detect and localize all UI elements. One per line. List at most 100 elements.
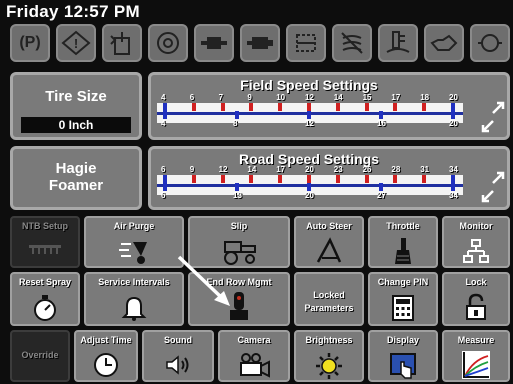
- speed-tick-bottom: 8: [233, 119, 238, 128]
- speed-marker[interactable]: [249, 175, 254, 183]
- tire-size-label: Tire Size: [45, 88, 107, 105]
- speed-marker[interactable]: [379, 111, 383, 119]
- wheel-icon: [148, 24, 188, 62]
- service-intervals-button[interactable]: Service Intervals: [84, 272, 184, 326]
- override-button[interactable]: Override: [10, 330, 70, 382]
- clock-icon: [93, 352, 119, 380]
- speed-tick-top: 12: [218, 165, 228, 174]
- speed-tick-bottom: 12: [305, 119, 314, 128]
- speed-tick-bottom: 16: [377, 119, 386, 128]
- tire-size-button[interactable]: Tire Size 0 Inch: [10, 72, 142, 140]
- speed-tick-top: 18: [420, 93, 430, 102]
- change-pin-button[interactable]: Change PIN: [368, 272, 438, 326]
- field-speed-settings[interactable]: Field Speed Settings 4 6 7 9 10 12 14 15 17 18 20 4…: [148, 72, 510, 140]
- air-purge-icon: [117, 238, 151, 266]
- speed-marker[interactable]: [307, 183, 311, 191]
- reset-spray-button[interactable]: Reset Spray: [10, 272, 80, 326]
- speed-tick-top: 10: [276, 93, 286, 102]
- speed-marker[interactable]: [163, 103, 167, 111]
- expand-icon[interactable]: [479, 99, 507, 135]
- oil-icon: [424, 24, 464, 62]
- speed-tick-bottom: 6: [161, 191, 166, 200]
- hagie-foamer-button[interactable]: Hagie Foamer: [10, 146, 142, 210]
- speed-marker[interactable]: [163, 175, 167, 183]
- speed-marker[interactable]: [220, 103, 225, 111]
- speed-marker[interactable]: [393, 175, 398, 183]
- speed-marker[interactable]: [364, 175, 369, 183]
- transmission-icon: [194, 24, 234, 62]
- tire-size-value: 0 Inch: [21, 117, 131, 133]
- speed-tick-bottom: 27: [377, 191, 386, 200]
- touch-screen-icon: [389, 352, 417, 380]
- speed-marker[interactable]: [364, 103, 369, 111]
- speed-marker[interactable]: [335, 175, 340, 183]
- hagie-label: Hagie: [55, 160, 97, 177]
- field-speed-title: Field Speed Settings: [240, 77, 378, 93]
- speed-tick-bottom: 34: [449, 191, 458, 200]
- cooling-icon: [286, 24, 326, 62]
- speed-marker[interactable]: [235, 183, 239, 191]
- adjust-time-button[interactable]: Adjust Time: [74, 330, 138, 382]
- expand-icon[interactable]: [479, 169, 507, 205]
- speed-marker[interactable]: [163, 111, 167, 119]
- speed-tick-top: 31: [420, 165, 430, 174]
- engine-icon: [240, 24, 280, 62]
- hydraulic-oil-icon: [102, 24, 142, 62]
- ntb-setup-button[interactable]: NTB Setup: [10, 216, 80, 268]
- speed-tick-bottom: 4: [161, 119, 166, 128]
- speed-tick-top: 14: [333, 93, 343, 102]
- monitor-button[interactable]: Monitor: [442, 216, 510, 268]
- measure-button[interactable]: Measure: [442, 330, 510, 382]
- steer-icon: [314, 236, 344, 266]
- throttle-icon: [393, 236, 413, 266]
- speed-marker[interactable]: [393, 103, 398, 111]
- speed-marker[interactable]: [307, 103, 311, 111]
- network-icon: [462, 238, 490, 266]
- speaker-icon: [164, 354, 192, 380]
- speed-tick-bottom: 20: [449, 119, 458, 128]
- speed-marker[interactable]: [278, 175, 283, 183]
- speed-tick-top: 9: [247, 93, 252, 102]
- speed-tick-top: 4: [161, 93, 166, 102]
- speed-marker[interactable]: [451, 175, 455, 183]
- speed-marker[interactable]: [422, 103, 427, 111]
- speed-marker[interactable]: [278, 103, 283, 111]
- oil-pressure-icon: [470, 24, 510, 62]
- sound-button[interactable]: Sound: [142, 330, 214, 382]
- speed-marker[interactable]: [191, 175, 196, 183]
- camera-button[interactable]: Camera: [218, 330, 290, 382]
- date-time-header: Friday 12:57 PM: [6, 2, 140, 21]
- pointer-arrow: [177, 255, 230, 306]
- speed-tick-top: 12: [305, 93, 314, 102]
- speed-marker[interactable]: [307, 175, 311, 183]
- brightness-button[interactable]: Brightness: [294, 330, 364, 382]
- speed-tick-top: 20: [305, 165, 314, 174]
- speed-marker[interactable]: [451, 103, 455, 111]
- speed-marker[interactable]: [335, 103, 340, 111]
- bell-icon: [121, 294, 147, 324]
- speed-marker[interactable]: [451, 111, 455, 119]
- boom-icon: [27, 242, 63, 261]
- speed-marker[interactable]: [249, 103, 254, 111]
- keypad-icon: [391, 294, 415, 324]
- speed-tick-top: 23: [333, 165, 343, 174]
- stopwatch-icon: [31, 294, 59, 324]
- throttle-button[interactable]: Throttle: [368, 216, 438, 268]
- display-button[interactable]: Display: [368, 330, 438, 382]
- speed-marker[interactable]: [191, 103, 196, 111]
- speed-marker[interactable]: [379, 183, 383, 191]
- speed-marker[interactable]: [307, 111, 311, 119]
- road-speed-settings[interactable]: Road Speed Settings 6 9 12 14 17 20 23 26 28 31 34…: [148, 146, 510, 210]
- speed-tick-top: 20: [449, 93, 458, 102]
- speed-marker[interactable]: [422, 175, 427, 183]
- air-purge-button[interactable]: Air Purge: [84, 216, 184, 268]
- auto-steer-button[interactable]: Auto Steer: [294, 216, 364, 268]
- speed-marker[interactable]: [235, 111, 239, 119]
- speed-marker[interactable]: [163, 183, 167, 191]
- locked-parameters-button[interactable]: Locked Parameters: [294, 272, 364, 326]
- speed-marker[interactable]: [451, 183, 455, 191]
- speed-tick-bottom: 13: [233, 191, 242, 200]
- speed-tick-top: 15: [362, 93, 372, 102]
- lock-button[interactable]: Lock: [442, 272, 510, 326]
- speed-marker[interactable]: [220, 175, 225, 183]
